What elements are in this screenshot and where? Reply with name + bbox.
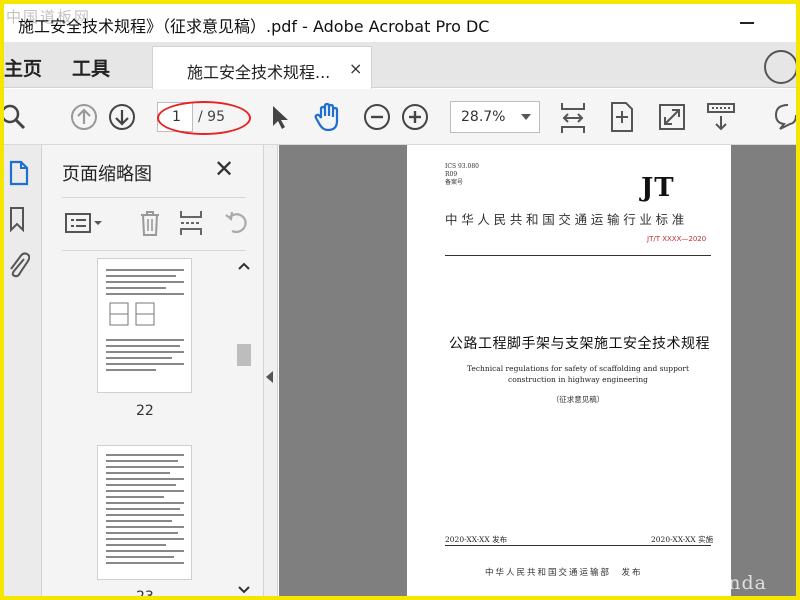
publish-date: 2020-XX-XX 发布: [445, 535, 508, 544]
thumbnail-page-number: 22: [136, 403, 154, 419]
rotate-icon[interactable]: [222, 209, 250, 237]
extract-pages-icon[interactable]: [178, 209, 204, 237]
document-title: 公路工程脚手架与支架施工安全技术规程: [449, 336, 710, 352]
issuer: 中华人民共和国交通运输部 发布: [485, 568, 643, 578]
standard-org: 中华人民共和国交通运输行业标准: [445, 212, 689, 227]
bookmark-icon[interactable]: [8, 205, 28, 233]
english-title: Technical regulations for safety of scaf…: [466, 364, 690, 384]
zoom-value: 28.7%: [461, 109, 506, 125]
attachment-icon[interactable]: [6, 249, 30, 279]
rule-line: [445, 545, 711, 546]
scroll-mode-icon[interactable]: [706, 101, 736, 133]
implement-date: 2020-XX-XX 实施: [651, 535, 714, 544]
document-view[interactable]: ICS 93.080 R09 备案号 JT 中华人民共和国交通运输行业标准 JT…: [279, 145, 796, 596]
red-annotation-ellipse: [157, 101, 251, 135]
tab-document[interactable]: 施工安全技术规程... ×: [152, 46, 372, 89]
comment-icon[interactable]: [774, 103, 796, 131]
thumbnail-page[interactable]: [97, 258, 192, 393]
select-arrow-icon[interactable]: [268, 103, 292, 131]
title-bar: 中国道板网 施工安全技术规程》（征求意见稿）.pdf - Adobe Acrob…: [4, 4, 796, 42]
page-thumbnails-icon[interactable]: [8, 159, 30, 187]
watermark-url: www.cnda: [660, 572, 767, 594]
fit-page-icon[interactable]: [608, 101, 636, 133]
tab-tools[interactable]: 工具: [72, 54, 110, 81]
panel-close-icon[interactable]: ✕: [214, 155, 234, 183]
thumbnail-page-number: 23: [136, 589, 154, 600]
panel-title: 页面缩略图: [62, 164, 152, 185]
delete-icon[interactable]: [138, 209, 162, 237]
thumbnail-page[interactable]: [97, 445, 192, 580]
zoom-select[interactable]: 28.7%: [450, 101, 540, 133]
search-icon[interactable]: [4, 103, 30, 131]
toolbar: 1 / 95 28.7%: [4, 89, 796, 145]
page-down-icon[interactable]: [108, 103, 136, 131]
scroll-down-icon[interactable]: [236, 584, 252, 596]
tab-close-icon[interactable]: ×: [349, 59, 362, 78]
scroll-up-icon[interactable]: [236, 260, 252, 272]
help-icon[interactable]: [764, 50, 796, 84]
thumbnail-panel: 页面缩略图 ✕ 22 23: [42, 145, 264, 600]
pdf-page: ICS 93.080 R09 备案号 JT 中华人民共和国交通运输行业标准 JT…: [407, 145, 731, 596]
page-up-icon[interactable]: [70, 103, 98, 131]
thumbnail-scrollbar[interactable]: [234, 258, 254, 596]
chevron-left-icon: [266, 371, 273, 383]
thumbnail-options-icon[interactable]: [64, 211, 104, 235]
left-rail: [4, 145, 42, 596]
ics-code: ICS 93.080 R09 备案号: [445, 163, 479, 186]
rule-line: [445, 255, 711, 256]
full-screen-icon[interactable]: [658, 103, 686, 131]
panel-collapse-handle[interactable]: [264, 145, 278, 596]
window-title: 施工安全技术规程》（征求意见稿）.pdf - Adobe Acrobat Pro…: [18, 17, 490, 36]
scroll-thumb[interactable]: [237, 344, 251, 366]
tab-document-label: 施工安全技术规程...: [187, 63, 331, 82]
standard-brand: JT: [641, 173, 675, 203]
zoom-in-icon[interactable]: [401, 103, 429, 131]
chevron-down-icon: [521, 114, 531, 120]
tab-bar: 主页 工具 施工安全技术规程... ×: [4, 42, 796, 89]
acrobat-window: 中国道板网 施工安全技术规程》（征求意见稿）.pdf - Adobe Acrob…: [0, 0, 800, 600]
panel-divider: [62, 197, 246, 198]
zoom-out-icon[interactable]: [363, 103, 391, 131]
tab-home[interactable]: 主页: [4, 54, 42, 81]
standard-code: JT/T XXXX—2020: [647, 235, 707, 243]
fit-width-icon[interactable]: [558, 101, 588, 135]
minimize-button[interactable]: [740, 22, 754, 24]
draft-label: （征求意见稿）: [551, 395, 605, 404]
panel-divider: [62, 250, 246, 251]
hand-tool-icon[interactable]: [312, 101, 344, 133]
